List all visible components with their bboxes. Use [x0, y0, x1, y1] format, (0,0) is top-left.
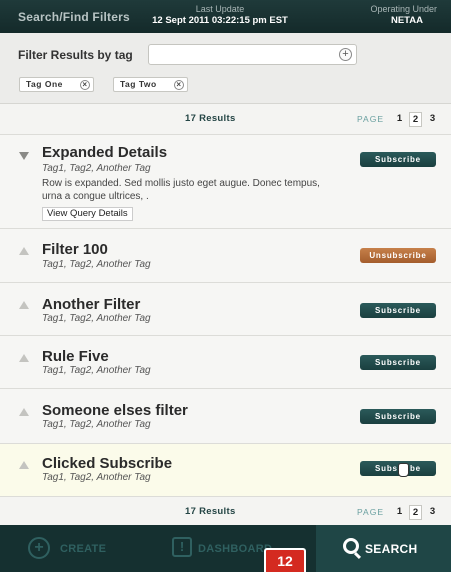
filter-tags: Tag1, Tag2, Another Tag: [42, 419, 151, 430]
nav-dashboard-label: DASHBOARD: [198, 543, 273, 555]
filter-name: Clicked Subscribe: [42, 455, 173, 472]
alert-icon: !: [172, 537, 192, 557]
notification-badge: 12: [264, 548, 306, 572]
page-link[interactable]: 1: [393, 505, 406, 520]
filter-name: Expanded Details: [42, 144, 168, 161]
tag-chip: Tag One ×: [19, 77, 94, 92]
filter-tags: Tag1, Tag2, Another Tag: [42, 365, 151, 376]
results-count: 17 Results: [185, 113, 236, 124]
page-link[interactable]: 3: [426, 505, 439, 520]
list-item[interactable]: Expanded Details Tag1, Tag2, Another Tag…: [0, 134, 451, 228]
bottom-nav: + CREATE ! DASHBOARD SEARCH: [0, 525, 451, 572]
nav-search[interactable]: SEARCH: [316, 525, 451, 572]
operating-under-label: Operating Under: [370, 4, 437, 14]
operating-under: Operating Under NETAA: [370, 4, 437, 26]
filter-tags: Tag1, Tag2, Another Tag: [42, 259, 151, 270]
page-link[interactable]: 3: [426, 112, 439, 127]
expand-arrow-icon[interactable]: [19, 301, 29, 309]
expand-arrow-icon[interactable]: [19, 354, 29, 362]
expand-arrow-icon[interactable]: [19, 408, 29, 416]
page-label: PAGE: [357, 114, 384, 124]
filter-panel: Filter Results by tag + Tag One × Tag Tw…: [0, 33, 451, 104]
filter-name: Someone elses filter: [42, 402, 188, 419]
hand-cursor-icon: [398, 463, 409, 477]
filter-name: Rule Five: [42, 348, 109, 365]
last-update-label: Last Update: [195, 4, 245, 14]
list-item[interactable]: Someone elses filter Tag1, Tag2, Another…: [0, 388, 451, 443]
subscribe-button[interactable]: Subscribe: [360, 355, 436, 370]
search-icon: [343, 538, 359, 554]
subscribe-button[interactable]: Subscribe: [360, 303, 436, 318]
subscribe-button[interactable]: Subscribe: [360, 409, 436, 424]
remove-tag-icon[interactable]: ×: [80, 80, 90, 90]
filter-label: Filter Results by tag: [18, 48, 133, 62]
last-update: Last Update 12 Sept 2011 03:22:15 pm EST: [150, 4, 290, 26]
page-link-current[interactable]: 2: [409, 112, 422, 127]
page-link[interactable]: 1: [393, 112, 406, 127]
app-header: Search/Find Filters Last Update 12 Sept …: [0, 0, 451, 33]
results-count: 17 Results: [185, 506, 236, 517]
last-update-value: 12 Sept 2011 03:22:15 pm EST: [152, 15, 288, 26]
tag-filter-input[interactable]: [148, 44, 357, 65]
filter-tags: Tag1, Tag2, Another Tag: [42, 472, 151, 483]
tag-chip-label: Tag Two: [120, 79, 157, 89]
expand-arrow-icon[interactable]: [19, 247, 29, 255]
unsubscribe-button[interactable]: Unsubscribe: [360, 248, 436, 263]
nav-search-label: SEARCH: [365, 542, 418, 556]
tag-chip-label: Tag One: [26, 79, 63, 89]
filter-name: Filter 100: [42, 241, 108, 258]
tag-chip: Tag Two ×: [113, 77, 188, 92]
operating-under-value: NETAA: [390, 15, 423, 26]
filter-name: Another Filter: [42, 296, 141, 313]
page-link-current[interactable]: 2: [409, 505, 422, 520]
page-title: Search/Find Filters: [18, 10, 130, 24]
list-item[interactable]: Clicked Subscribe Tag1, Tag2, Another Ta…: [0, 443, 451, 496]
subscribe-button[interactable]: Subscribe: [360, 152, 436, 167]
list-item[interactable]: Filter 100 Tag1, Tag2, Another Tag Unsub…: [0, 228, 451, 282]
collapse-arrow-icon[interactable]: [19, 152, 29, 160]
results-bar-bottom: 17 Results PAGE 1 2 3: [0, 496, 451, 526]
filter-tags: Tag1, Tag2, Another Tag: [42, 313, 151, 324]
view-query-details-button[interactable]: View Query Details: [42, 207, 133, 221]
page-label: PAGE: [357, 507, 384, 517]
filter-description: Row is expanded. Sed mollis justo eget a…: [42, 178, 320, 202]
list-item[interactable]: Another Filter Tag1, Tag2, Another Tag S…: [0, 282, 451, 335]
remove-tag-icon[interactable]: ×: [174, 80, 184, 90]
filter-tags: Tag1, Tag2, Another Tag: [42, 163, 151, 174]
expand-arrow-icon[interactable]: [19, 461, 29, 469]
list-item[interactable]: Rule Five Tag1, Tag2, Another Tag Subscr…: [0, 335, 451, 388]
results-bar-top: 17 Results PAGE 1 2 3: [0, 104, 451, 134]
add-tag-icon[interactable]: +: [339, 48, 352, 61]
